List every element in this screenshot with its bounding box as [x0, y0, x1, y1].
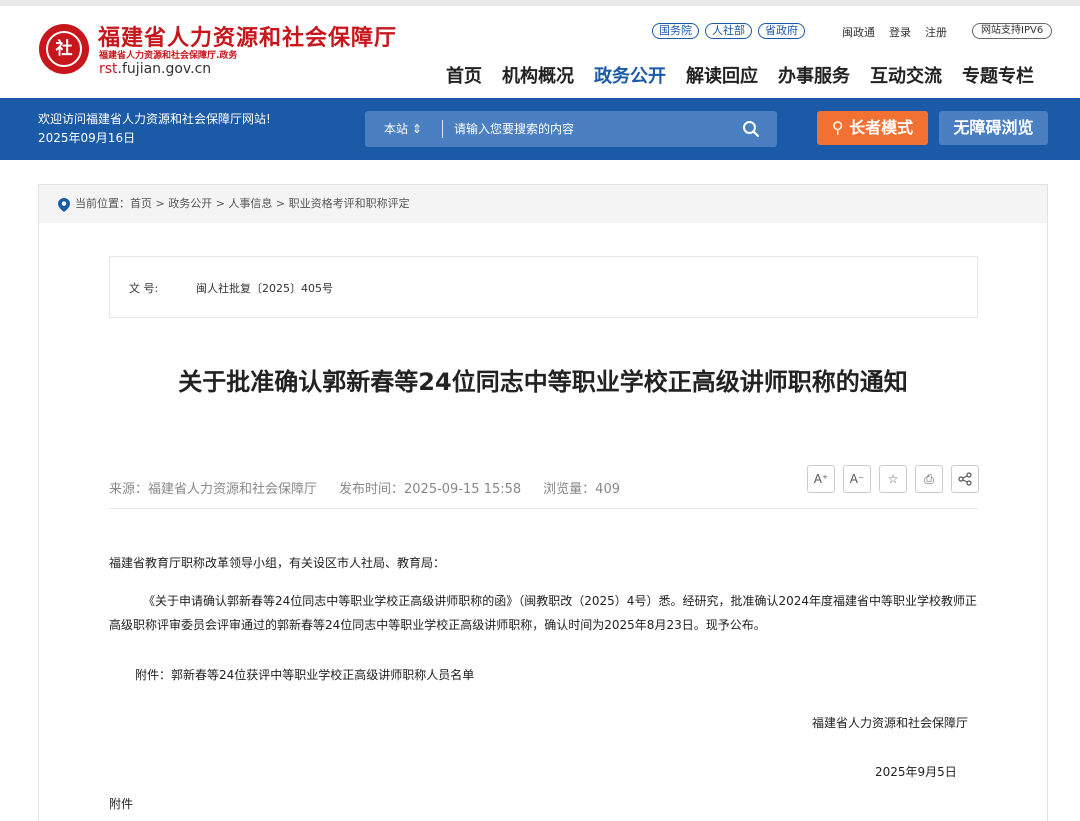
- welcome-text: 欢迎访问福建省人力资源和社会保障厅网站!: [38, 112, 271, 126]
- article-source: 来源：福建省人力资源和社会保障厅: [109, 482, 318, 497]
- welcome-message: 欢迎访问福建省人力资源和社会保障厅网站! 2025年09月16日: [38, 110, 271, 148]
- article-container: 当前位置：首页 > 政务公开 > 人事信息 > 职业资格考评和职称评定 文 号:…: [38, 184, 1048, 821]
- search-divider: [442, 120, 443, 138]
- accessible-browse-button[interactable]: 无障碍浏览: [939, 111, 1048, 145]
- nav-about[interactable]: 机构概况: [502, 62, 574, 88]
- nav-gov-affairs[interactable]: 政务公开: [594, 62, 666, 88]
- nav-topics[interactable]: 专题专栏: [962, 62, 1034, 88]
- elder-mode-label: 长者模式: [849, 118, 914, 137]
- nav-home[interactable]: 首页: [446, 62, 482, 88]
- favorite-star-icon[interactable]: ☆: [879, 465, 907, 493]
- share-icon[interactable]: [951, 465, 979, 493]
- document-number-box: 文 号: 闽人社批复〔2025〕405号: [109, 256, 978, 318]
- site-header: 社 福建省人力资源和社会保障厅 福建省人力资源和社会保障厅.政务 rst.fuj…: [0, 6, 1080, 98]
- article-body-paragraph: 《关于申请确认郭新春等24位同志中等职业学校正高级讲师职称的函》（闽教职改（20…: [109, 594, 977, 632]
- article-sign-date: 2025年9月5日: [875, 765, 957, 779]
- current-date: 2025年09月16日: [38, 131, 136, 145]
- logo-emblem: 社: [46, 31, 82, 67]
- article-title: 关于批准确认郭新春等24位同志中等职业学校正高级讲师职称的通知: [178, 368, 908, 396]
- search-icon[interactable]: [741, 119, 761, 139]
- elder-icon: ⚲: [831, 118, 844, 137]
- search-input[interactable]: [454, 117, 724, 141]
- share-glyph: [958, 472, 972, 486]
- nav-interpretation[interactable]: 解读回应: [686, 62, 758, 88]
- site-domain: rst.fujian.gov.cn: [99, 61, 211, 77]
- article-meta: 来源：福建省人力资源和社会保障厅 发布时间：2025-09-15 15:58 浏…: [109, 478, 620, 497]
- breadcrumb-text[interactable]: 当前位置：首页 > 政务公开 > 人事信息 > 职业资格考评和职称评定: [75, 197, 410, 210]
- article-signature: 福建省人力资源和社会保障厅: [812, 716, 969, 730]
- article-salutation: 福建省教育厅职称改革领导小组，有关设区市人社局、教育局：: [109, 556, 446, 570]
- domain-rest: .fujian.gov.cn: [117, 61, 212, 77]
- article-publish-time: 发布时间：2025-09-15 15:58: [339, 482, 522, 497]
- nav-services[interactable]: 办事服务: [778, 62, 850, 88]
- main-nav: 首页 机构概况 政务公开 解读回应 办事服务 互动交流 专题专栏: [446, 62, 1034, 88]
- link-minzhengtong[interactable]: 闽政通: [842, 24, 875, 40]
- font-decrease-button[interactable]: A⁻: [843, 465, 871, 493]
- ipv6-badge: 网站支持IPV6: [972, 23, 1053, 39]
- site-logo[interactable]: 社: [39, 24, 89, 74]
- doc-number-label: 文 号:: [129, 282, 159, 295]
- article-views: 浏览量：409: [543, 482, 620, 497]
- breadcrumb: 当前位置：首页 > 政务公开 > 人事信息 > 职业资格考评和职称评定: [39, 185, 1047, 223]
- user-links: 闽政通 登录 注册: [842, 24, 947, 40]
- link-provincial-gov[interactable]: 省政府: [758, 23, 805, 39]
- attachment-link[interactable]: 附件：郭新春等24位获评中等职业学校正高级讲师职称人员名单: [109, 663, 474, 687]
- location-pin-icon: [58, 198, 70, 212]
- link-state-council[interactable]: 国务院: [652, 23, 699, 39]
- search-box: 本站 ⇕: [365, 111, 777, 147]
- print-icon[interactable]: ⎙: [915, 465, 943, 493]
- login-link[interactable]: 登录: [889, 24, 911, 40]
- doc-number-value: 闽人社批复〔2025〕405号: [196, 282, 333, 295]
- elder-mode-button[interactable]: ⚲ 长者模式: [817, 111, 928, 145]
- nav-interaction[interactable]: 互动交流: [870, 62, 942, 88]
- attachment-heading: 附件: [109, 797, 134, 811]
- link-mohrss[interactable]: 人社部: [705, 23, 752, 39]
- register-link[interactable]: 注册: [925, 24, 947, 40]
- meta-divider: [109, 508, 978, 509]
- gov-quick-links: 国务院 人社部 省政府: [652, 23, 805, 39]
- utility-bar: 欢迎访问福建省人力资源和社会保障厅网站! 2025年09月16日 本站 ⇕ ⚲ …: [0, 98, 1080, 160]
- search-scope-select[interactable]: 本站 ⇕: [384, 111, 422, 147]
- font-increase-button[interactable]: A⁺: [807, 465, 835, 493]
- domain-prefix: rst: [99, 61, 118, 77]
- site-subtitle: 福建省人力资源和社会保障厅.政务: [99, 51, 238, 61]
- article-tools: A⁺ A⁻ ☆ ⎙: [807, 465, 979, 493]
